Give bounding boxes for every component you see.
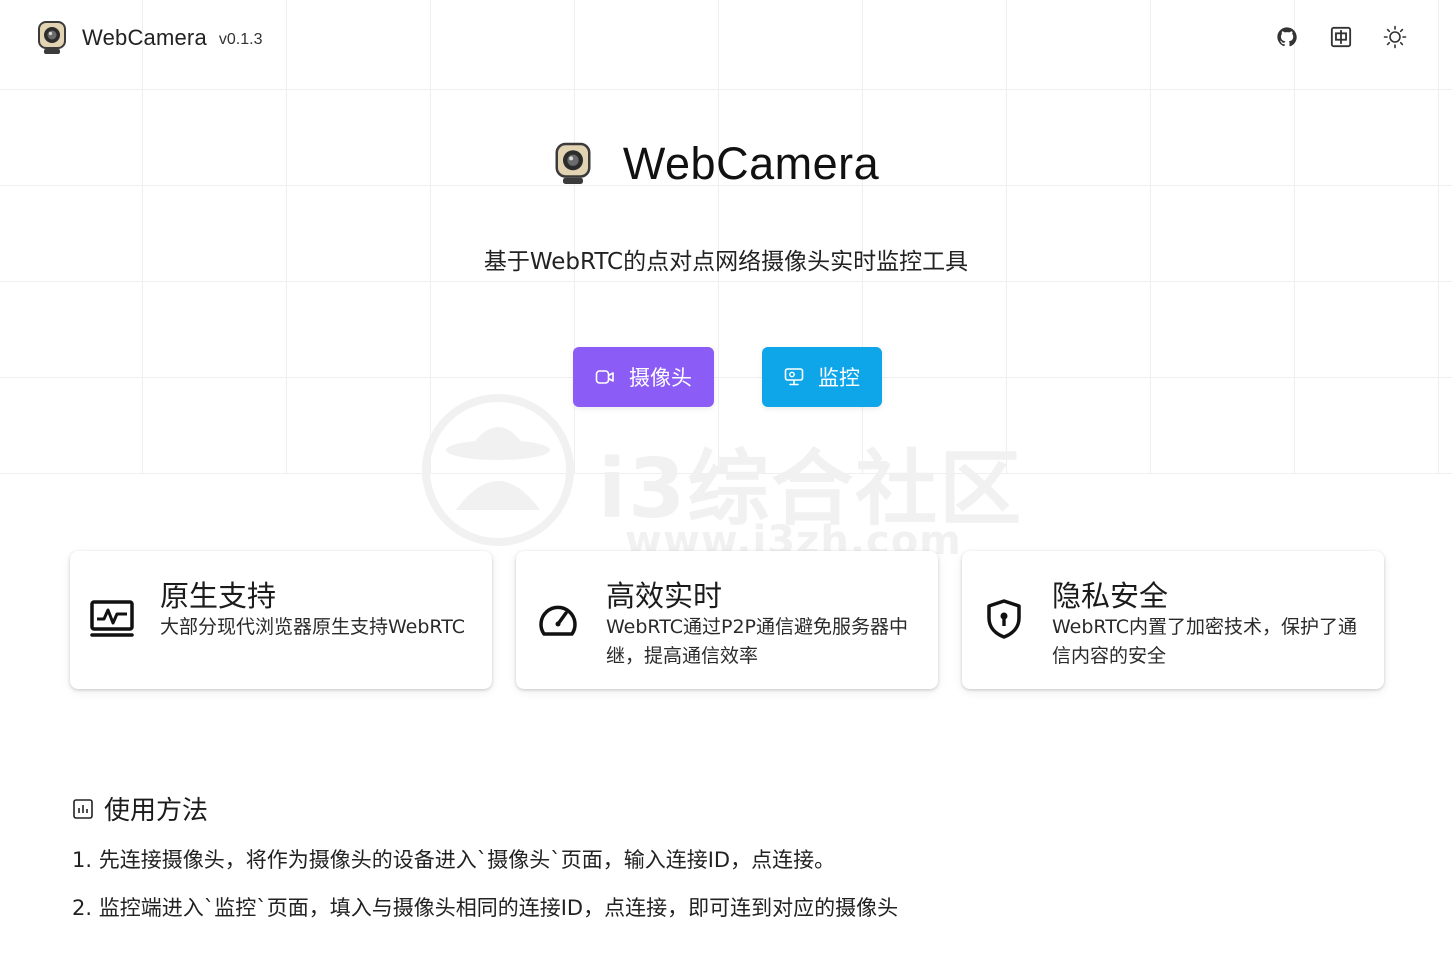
app-name: WebCamera xyxy=(82,25,207,50)
webcam-hero-icon xyxy=(555,142,591,184)
sun-icon xyxy=(1383,25,1407,49)
feature-title: 隐私安全 xyxy=(1052,579,1169,613)
monitor-button-label: 监控 xyxy=(818,366,860,390)
page: WebCamera v0.1.3 WebCamera 基于WebRTC的点对点网… xyxy=(0,0,1452,962)
usage-section: 使用方法 1. 先连接摄像头，将作为摄像头的设备进入`摄像头`页面，输入连接ID… xyxy=(72,790,898,920)
feature-card-realtime: 高效实时 WebRTC通过P2P通信避免服务器中继，提高通信效率 xyxy=(516,551,938,689)
feature-title: 高效实时 xyxy=(606,579,723,613)
webcam-logo-icon xyxy=(38,21,66,54)
top-header: WebCamera v0.1.3 xyxy=(0,0,1452,78)
feature-desc: WebRTC内置了加密技术，保护了通信内容的安全 xyxy=(1052,616,1358,667)
brand[interactable]: WebCamera v0.1.3 xyxy=(36,20,262,56)
feature-card-native: 原生支持 大部分现代浏览器原生支持WebRTC xyxy=(70,551,492,689)
feature-card-privacy: 隐私安全 WebRTC内置了加密技术，保护了通信内容的安全 xyxy=(962,551,1384,689)
hero-subtitle: 基于WebRTC的点对点网络摄像头实时监控工具 xyxy=(483,249,969,275)
monitor-icon xyxy=(784,367,804,387)
github-button[interactable] xyxy=(1274,24,1300,50)
feature-desc: WebRTC通过P2P通信避免服务器中继，提高通信效率 xyxy=(606,616,909,667)
camera-button[interactable]: 摄像头 xyxy=(573,347,714,407)
feature-desc: 大部分现代浏览器原生支持WebRTC xyxy=(160,616,466,638)
header-actions xyxy=(1274,24,1408,50)
speedometer-icon xyxy=(536,599,580,639)
hero-title-row: WebCamera xyxy=(0,138,1452,190)
language-button[interactable] xyxy=(1328,24,1354,50)
language-icon xyxy=(1330,26,1352,48)
monitor-button[interactable]: 监控 xyxy=(762,347,882,407)
camera-button-label: 摄像头 xyxy=(629,366,692,390)
hero-title: WebCamera xyxy=(622,138,880,189)
feature-title: 原生支持 xyxy=(160,579,277,613)
shield-lock-icon xyxy=(982,599,1026,639)
github-icon xyxy=(1277,27,1297,47)
video-camera-icon xyxy=(595,368,615,386)
bar-chart-icon xyxy=(73,798,93,819)
app-version: v0.1.3 xyxy=(218,31,263,48)
monitor-chart-icon xyxy=(90,599,134,639)
theme-toggle-button[interactable] xyxy=(1382,24,1408,50)
usage-title: 使用方法 xyxy=(104,796,209,826)
usage-heading: 使用方法 xyxy=(72,790,208,827)
usage-step: 1. 先连接摄像头，将作为摄像头的设备进入`摄像头`页面，输入连接ID，点连接。 xyxy=(72,848,836,872)
usage-step: 2. 监控端进入`监控`页面，填入与摄像头相同的连接ID，点连接，即可连到对应的… xyxy=(72,896,899,920)
